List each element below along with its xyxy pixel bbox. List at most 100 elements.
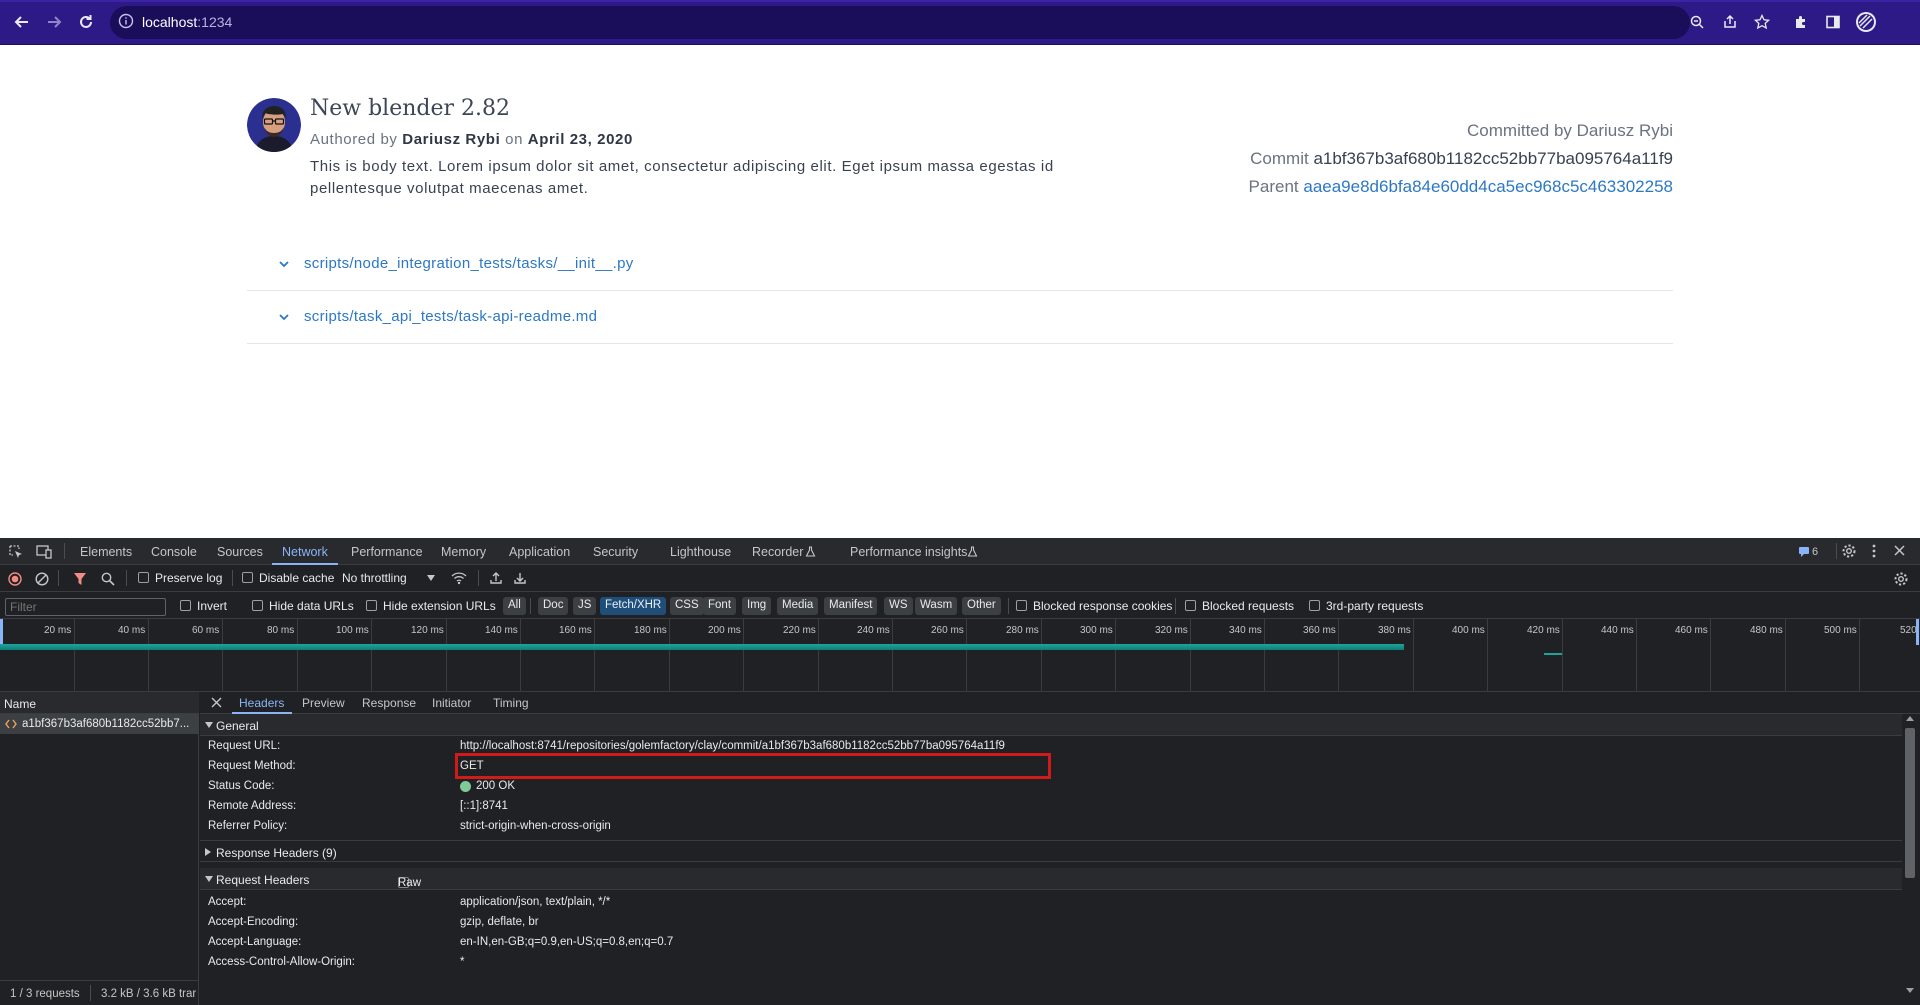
hide-data-urls-checkbox[interactable]: Hide data URLs: [252, 599, 354, 613]
third-party-requests-checkbox[interactable]: 3rd-party requests: [1309, 599, 1423, 613]
tab-security[interactable]: Security: [593, 545, 638, 559]
response-headers-section-header[interactable]: Response Headers (9): [200, 840, 1902, 862]
scroll-up-arrow[interactable]: [1905, 714, 1915, 724]
checkbox-box[interactable]: [366, 600, 377, 611]
share-icon[interactable]: [1720, 12, 1740, 32]
request-headers-section-header[interactable]: Request Headers Raw: [200, 868, 1902, 890]
more-options-icon[interactable]: [1870, 543, 1878, 559]
filter-type-media[interactable]: Media: [777, 597, 819, 615]
checkbox-box[interactable]: [1016, 600, 1027, 611]
filter-type-manifest[interactable]: Manifest: [824, 597, 878, 615]
back-button[interactable]: [10, 10, 34, 34]
preserve-log-checkbox[interactable]: Preserve log: [138, 571, 222, 585]
issues-icon[interactable]: [1798, 546, 1810, 557]
extensions-icon[interactable]: [1791, 12, 1811, 32]
request-url-value[interactable]: http://localhost:8741/repositories/golem…: [460, 740, 1005, 752]
hide-extension-urls-label: Hide extension URLs: [383, 599, 496, 613]
checkbox-box[interactable]: [180, 600, 191, 611]
checkbox-box[interactable]: [252, 600, 263, 611]
tab-response[interactable]: Response: [362, 696, 416, 710]
blocked-response-cookies-checkbox[interactable]: Blocked response cookies: [1016, 599, 1172, 613]
filter-input[interactable]: [5, 598, 166, 616]
request-row[interactable]: a1bf367b3af680b1182cc52bb7...: [0, 714, 199, 734]
filter-type-font[interactable]: Font: [703, 597, 737, 615]
settings-gear-icon[interactable]: [1841, 543, 1857, 559]
filter-type-css[interactable]: CSS: [670, 597, 704, 615]
url-text[interactable]: localhost:1234: [142, 14, 232, 30]
checkbox-box[interactable]: [138, 572, 149, 583]
zoom-icon[interactable]: [1687, 12, 1707, 32]
clear-icon[interactable]: [35, 572, 49, 586]
tab-memory[interactable]: Memory: [441, 545, 486, 559]
tab-network[interactable]: Network: [282, 545, 328, 559]
tab-lighthouse[interactable]: Lighthouse: [670, 545, 731, 559]
file-link-init-py[interactable]: scripts/node_integration_tests/tasks/__i…: [304, 255, 634, 272]
filter-funnel-icon[interactable]: [73, 572, 87, 586]
tab-application[interactable]: Application: [509, 545, 570, 559]
commit-hash: a1bf367b3af680b1182cc52bb77ba095764a11f9: [1313, 149, 1673, 168]
site-info-icon[interactable]: [118, 13, 134, 29]
checkbox-box[interactable]: [1185, 600, 1196, 611]
filter-type-js[interactable]: JS: [573, 597, 597, 615]
side-panel-icon[interactable]: [1823, 12, 1843, 32]
blocked-requests-checkbox[interactable]: Blocked requests: [1185, 599, 1294, 613]
tab-timing[interactable]: Timing: [493, 696, 529, 710]
tab-recorder[interactable]: Recorder: [752, 545, 803, 559]
timeline-selection-handle[interactable]: [0, 619, 3, 645]
chevron-down-icon[interactable]: [278, 311, 290, 323]
throttling-select[interactable]: No throttling: [342, 571, 407, 585]
scroll-down-arrow[interactable]: [1905, 987, 1915, 997]
device-toolbar-icon[interactable]: [36, 544, 52, 560]
filter-type-wasm[interactable]: Wasm: [915, 597, 958, 615]
filter-type-ws[interactable]: WS: [884, 597, 913, 615]
general-section-header[interactable]: General: [200, 714, 1902, 736]
search-icon[interactable]: [101, 572, 115, 586]
tab-preview[interactable]: Preview: [302, 696, 345, 710]
issues-count[interactable]: 6: [1812, 546, 1818, 558]
network-timeline-overview[interactable]: 20 ms 40 ms 60 ms 80 ms 100 ms 120 ms 14…: [0, 619, 1920, 692]
filter-type-all[interactable]: All: [503, 597, 526, 615]
bookmark-star-icon[interactable]: [1752, 12, 1772, 32]
caret-down-icon[interactable]: [427, 575, 435, 581]
hide-extension-urls-checkbox[interactable]: Hide extension URLs: [366, 599, 496, 613]
tab-initiator[interactable]: Initiator: [432, 696, 471, 710]
close-devtools-icon[interactable]: [1893, 544, 1906, 557]
network-conditions-icon[interactable]: [451, 571, 467, 585]
commit-title: New blender 2.82: [310, 96, 510, 121]
detail-scrollbar-thumb[interactable]: [1905, 728, 1915, 878]
filter-type-fetch-xhr[interactable]: Fetch/XHR: [600, 597, 667, 615]
forward-button[interactable]: [42, 10, 66, 34]
filter-type-doc[interactable]: Doc: [538, 597, 569, 615]
profile-avatar[interactable]: [1855, 11, 1877, 33]
disable-cache-checkbox[interactable]: Disable cache: [242, 571, 334, 585]
header-value: gzip, deflate, br: [460, 916, 539, 928]
export-har-icon[interactable]: [513, 571, 527, 585]
checkbox-box[interactable]: [242, 572, 253, 583]
filter-type-other[interactable]: Other: [962, 597, 1001, 615]
tab-performance[interactable]: Performance: [351, 545, 423, 559]
import-har-icon[interactable]: [489, 571, 503, 585]
address-bar[interactable]: [110, 6, 1690, 39]
tab-elements[interactable]: Elements: [80, 545, 132, 559]
tab-sources[interactable]: Sources: [217, 545, 263, 559]
filter-type-img[interactable]: Img: [742, 597, 772, 615]
timeline-tick: 340 ms: [1229, 625, 1262, 636]
timeline-tick: 500 ms: [1824, 625, 1857, 636]
network-settings-gear-icon[interactable]: [1893, 571, 1909, 587]
reload-button[interactable]: [74, 10, 98, 34]
tab-console[interactable]: Console: [151, 545, 197, 559]
file-link-readme[interactable]: scripts/task_api_tests/task-api-readme.m…: [304, 308, 597, 325]
timeline-selection-handle[interactable]: [1916, 619, 1919, 645]
inspect-element-icon[interactable]: [8, 544, 24, 560]
commit-label: Commit: [1250, 149, 1309, 168]
commit-date: April 23, 2020: [527, 131, 633, 148]
checkbox-box[interactable]: [1309, 600, 1320, 611]
record-stop-icon[interactable]: [8, 572, 22, 586]
tab-headers[interactable]: Headers: [239, 696, 284, 710]
invert-checkbox[interactable]: Invert: [180, 599, 227, 613]
name-column-header[interactable]: Name: [0, 692, 199, 714]
tab-performance-insights[interactable]: Performance insights: [850, 545, 967, 559]
parent-hash-link[interactable]: aaea9e8d6bfa84e60dd4ca5ec968c5c463302258: [1303, 177, 1673, 196]
close-detail-icon[interactable]: [211, 697, 222, 708]
chevron-down-icon[interactable]: [278, 258, 290, 270]
